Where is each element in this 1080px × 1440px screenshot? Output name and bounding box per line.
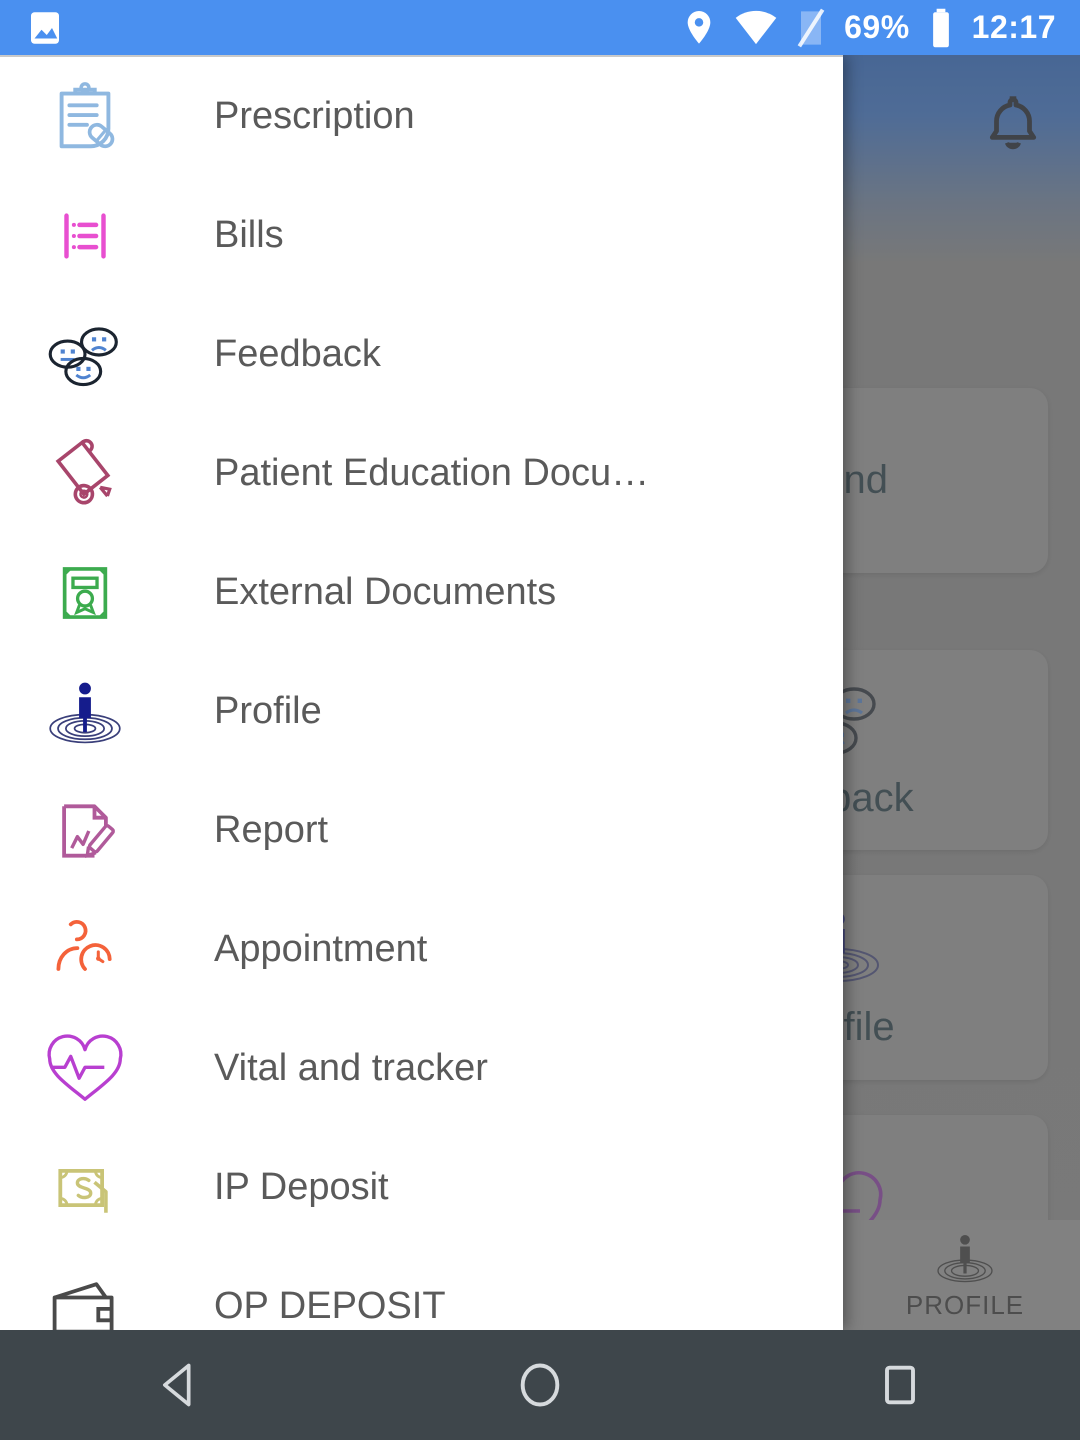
- certificate-icon: [42, 550, 128, 636]
- profile-person-icon: [42, 669, 128, 755]
- drawer-item-label: Vital and tracker: [214, 1047, 488, 1089]
- home-button[interactable]: [465, 1330, 615, 1440]
- android-navigation-bar: [0, 1330, 1080, 1440]
- drawer-item-vital-and-tracker[interactable]: Vital and tracker: [0, 1009, 843, 1128]
- status-bar-right: 69% 12:17: [682, 7, 1056, 49]
- drawer-menu-list: Prescription Bills Feedback Patient Educ…: [0, 57, 843, 1330]
- drawer-item-prescription[interactable]: Prescription: [0, 57, 843, 176]
- navigation-drawer: Prescription Bills Feedback Patient Educ…: [0, 55, 843, 1330]
- status-bar: 69% 12:17: [0, 0, 1080, 55]
- drawer-item-feedback[interactable]: Feedback: [0, 295, 843, 414]
- money-note-icon: [42, 1145, 128, 1231]
- status-bar-left: [24, 7, 66, 49]
- location-icon: [687, 10, 711, 44]
- drawer-item-profile[interactable]: Profile: [0, 652, 843, 771]
- drawer-item-label: Patient Education Docu…: [214, 452, 650, 494]
- wallet-icon: [42, 1264, 128, 1330]
- drawer-item-label: Prescription: [214, 95, 415, 137]
- home-circle-icon: [520, 1363, 560, 1407]
- drawer-item-label: Bills: [214, 214, 284, 256]
- drawer-item-label: IP Deposit: [214, 1166, 389, 1208]
- wifi-icon: [735, 10, 777, 44]
- prescription-icon: [42, 74, 128, 160]
- battery-icon: [932, 8, 949, 47]
- recents-button[interactable]: [825, 1330, 975, 1440]
- drawer-item-label: OP DEPOSIT: [214, 1285, 446, 1327]
- drawer-item-patient-education-documents[interactable]: Patient Education Docu…: [0, 414, 843, 533]
- drawer-item-appointment[interactable]: Appointment: [0, 890, 843, 1009]
- drawer-item-label: Profile: [214, 690, 322, 732]
- drawer-item-op-deposit[interactable]: OP DEPOSIT: [0, 1247, 843, 1330]
- drawer-item-external-documents[interactable]: External Documents: [0, 533, 843, 652]
- drawer-item-bills[interactable]: Bills: [0, 176, 843, 295]
- appointment-clock-icon: [42, 907, 128, 993]
- recents-square-icon: [885, 1365, 915, 1405]
- diploma-scroll-icon: [42, 431, 128, 517]
- feedback-faces-icon: [42, 312, 128, 398]
- heart-pulse-icon: [42, 1026, 128, 1112]
- report-edit-icon: [42, 788, 128, 874]
- battery-percent-label: 69%: [844, 9, 910, 45]
- clock-label: 12:17: [971, 9, 1056, 45]
- image-icon: [31, 11, 59, 44]
- back-button[interactable]: [105, 1330, 255, 1440]
- bills-list-icon: [42, 193, 128, 279]
- drawer-item-label: Feedback: [214, 333, 381, 375]
- drawer-item-ip-deposit[interactable]: IP Deposit: [0, 1128, 843, 1247]
- drawer-item-label: Appointment: [214, 928, 428, 970]
- signal-icon: [797, 8, 825, 47]
- drawer-item-label: External Documents: [214, 571, 557, 613]
- drawer-item-label: Report: [214, 809, 329, 851]
- drawer-item-report[interactable]: Report: [0, 771, 843, 890]
- back-triangle-icon: [162, 1363, 191, 1407]
